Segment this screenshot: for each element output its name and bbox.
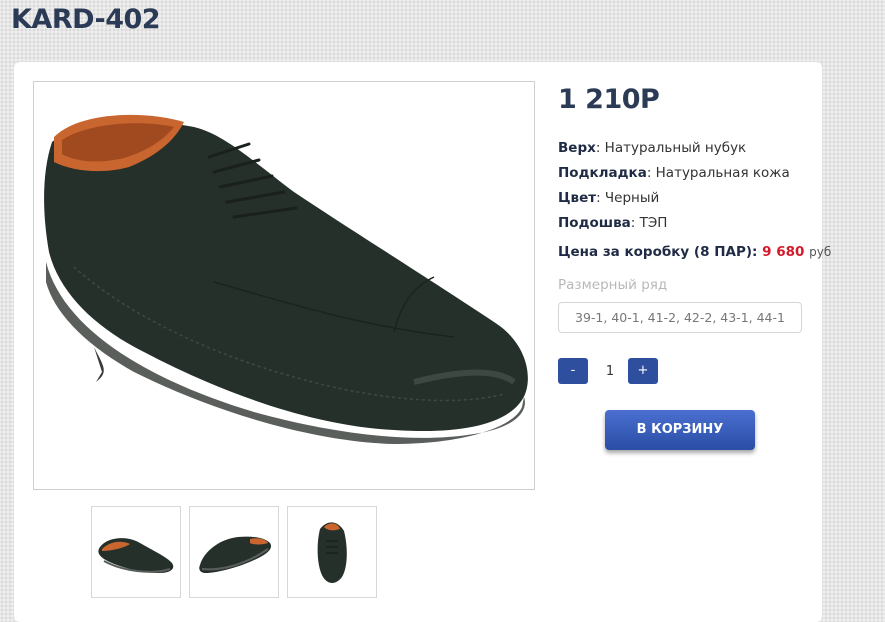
size-range-select[interactable]: 39-1, 40-1, 41-2, 42-2, 43-1, 44-1 (558, 302, 802, 333)
quantity-increase-button[interactable]: + (628, 358, 658, 384)
box-price-currency: руб (809, 245, 832, 259)
size-range-label: Размерный ряд (558, 277, 668, 293)
product-price: 1 210Р (558, 84, 660, 115)
quantity-decrease-button[interactable]: - (558, 358, 588, 384)
shoe-illustration (44, 114, 528, 444)
spec-label: Подкладка (558, 165, 647, 181)
box-price-label: Цена за коробку (8 ПАР): (558, 244, 758, 260)
thumbnail-front[interactable] (287, 506, 377, 598)
quantity-stepper: - + (558, 358, 668, 386)
spec-lining: Подкладка: Натуральная кожа (558, 165, 790, 181)
add-to-cart-button[interactable]: В КОРЗИНУ (605, 410, 755, 450)
thumbnail-angle[interactable] (189, 506, 279, 598)
spec-label: Подошва (558, 215, 631, 231)
spec-value: Натуральный нубук (604, 140, 747, 156)
spec-color: Цвет: Черный (558, 190, 660, 206)
shoe-angle-thumb-icon (199, 536, 272, 573)
spec-value: Черный (604, 190, 660, 206)
spec-value: Натуральная кожа (655, 165, 790, 181)
spec-sole: Подошва: ТЭП (558, 215, 668, 231)
shoe-front-thumb-icon (317, 522, 347, 583)
shoe-side-thumb-icon (98, 538, 174, 573)
spec-upper: Верх: Натуральный нубук (558, 140, 747, 156)
product-card: 1 210Р Верх: Натуральный нубук Подкладка… (14, 62, 831, 622)
spec-value: ТЭП (639, 215, 668, 231)
spec-label: Цвет (558, 190, 597, 206)
box-price-value: 9 680 (762, 244, 805, 260)
box-price: Цена за коробку (8 ПАР): 9 680 руб (558, 244, 831, 260)
spec-label: Верх (558, 140, 596, 156)
product-main-image[interactable] (33, 81, 535, 490)
page-title: KARD-402 (11, 4, 161, 35)
thumbnail-side[interactable] (91, 506, 181, 598)
quantity-input[interactable] (588, 358, 632, 386)
